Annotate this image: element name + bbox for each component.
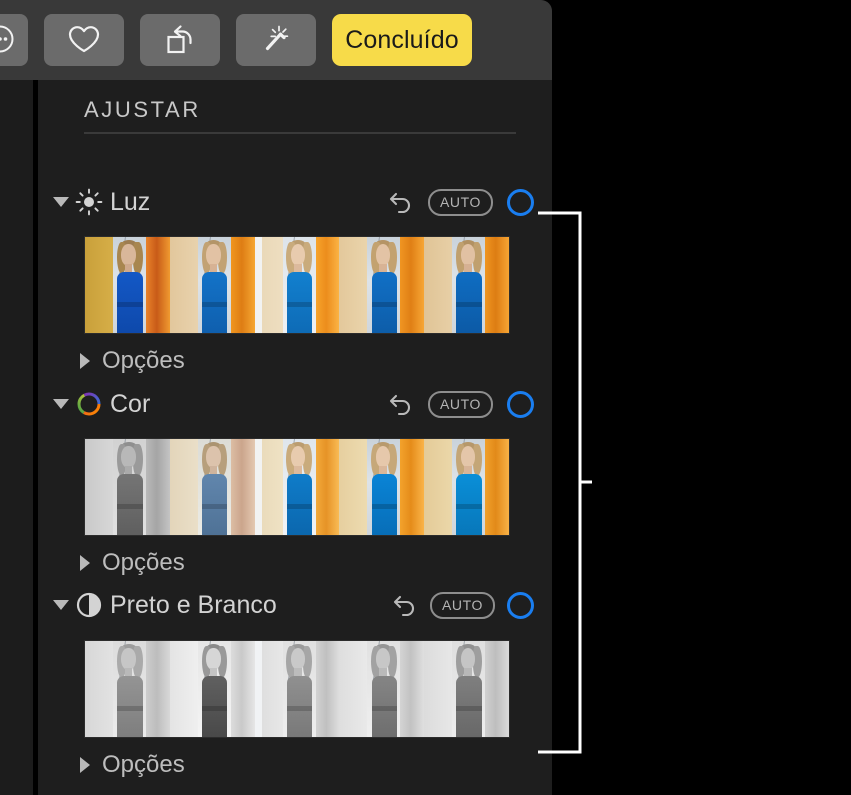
editor-body: AJUSTAR Luz AUTO Opções Cor AUTO Opções … [0, 80, 552, 795]
preto-e-branco-filmstrip[interactable] [84, 640, 510, 738]
auto-badge-cor[interactable]: AUTO [427, 390, 493, 418]
color-wheel-icon [72, 390, 106, 418]
filmstrip-frame[interactable] [169, 237, 255, 333]
filmstrip-frame[interactable] [339, 237, 425, 333]
filmstrip-frame-selected[interactable] [254, 439, 340, 535]
enhance-button[interactable] [236, 14, 316, 66]
options-row-luz[interactable]: Opções [38, 344, 552, 378]
callout-bracket [536, 210, 596, 755]
filmstrip-frame[interactable] [85, 641, 170, 737]
adjustment-label-luz: Luz [110, 187, 151, 216]
heart-icon [67, 24, 101, 57]
adjustment-header-cor[interactable]: Cor AUTO [38, 386, 552, 422]
filmstrip-selection-indicator [254, 237, 262, 333]
disclosure-triangle-closed-icon[interactable] [74, 352, 96, 370]
adjustment-header-preto-e-branco[interactable]: Preto e Branco AUTO [38, 587, 552, 623]
adjustment-toggle-cor[interactable] [507, 390, 534, 418]
disclosure-triangle-closed-icon[interactable] [74, 554, 96, 572]
auto-badge-luz[interactable]: AUTO [427, 188, 493, 216]
filmstrip-frame[interactable] [85, 439, 170, 535]
luz-filmstrip[interactable] [84, 236, 510, 334]
filmstrip-frame[interactable] [85, 237, 170, 333]
adjustment-toggle-luz[interactable] [507, 188, 534, 216]
revert-arrow-icon[interactable] [388, 189, 414, 215]
disclosure-triangle-closed-icon[interactable] [74, 756, 96, 774]
filmstrip-frame[interactable] [424, 439, 509, 535]
brightness-sun-icon [72, 188, 106, 216]
photo-editor-window: Concluído AJUSTAR Luz AUTO Opções Cor AU… [0, 0, 552, 795]
editor-toolbar: Concluído [0, 0, 552, 80]
filmstrip-frame[interactable] [169, 641, 255, 737]
adjustment-header-luz[interactable]: Luz AUTO [38, 184, 552, 220]
rotate-button[interactable] [140, 14, 220, 66]
black-white-contrast-icon [72, 591, 106, 619]
options-label-preto-e-branco: Opções [102, 751, 185, 778]
adjustment-toggle-preto-e-branco[interactable] [507, 591, 534, 619]
options-row-preto-e-branco[interactable]: Opções [38, 748, 552, 782]
filmstrip-frame-selected[interactable] [254, 237, 340, 333]
auto-badge-preto-e-branco[interactable]: AUTO [429, 591, 495, 619]
filmstrip-frame[interactable] [424, 641, 509, 737]
options-label-cor: Opções [102, 549, 185, 576]
more-options-button[interactable] [0, 14, 28, 66]
disclosure-triangle-open-icon[interactable] [50, 195, 72, 209]
filmstrip-frame[interactable] [424, 237, 509, 333]
adjustment-label-cor: Cor [110, 389, 151, 418]
disclosure-triangle-open-icon[interactable] [50, 598, 72, 612]
done-button[interactable]: Concluído [332, 14, 472, 66]
ellipsis-circle-icon [0, 24, 15, 57]
cor-filmstrip[interactable] [84, 438, 510, 536]
options-row-cor[interactable]: Opções [38, 546, 552, 580]
filmstrip-frame[interactable] [339, 439, 425, 535]
filmstrip-selection-indicator [254, 439, 262, 535]
filmstrip-frame[interactable] [339, 641, 425, 737]
screenshot-root: Concluído AJUSTAR Luz AUTO Opções Cor AU… [0, 0, 851, 795]
adjust-panel: AJUSTAR Luz AUTO Opções Cor AUTO Opções … [38, 80, 552, 795]
favorite-button[interactable] [44, 14, 124, 66]
rotate-icon [163, 23, 197, 58]
magic-wand-icon [259, 23, 293, 58]
revert-arrow-icon[interactable] [392, 592, 418, 618]
section-divider [84, 132, 516, 134]
disclosure-triangle-open-icon[interactable] [50, 397, 72, 411]
filmstrip-frame-selected[interactable] [254, 641, 340, 737]
filmstrip-frame[interactable] [169, 439, 255, 535]
photo-canvas-edge [0, 80, 33, 795]
adjustment-label-preto-e-branco: Preto e Branco [110, 590, 277, 619]
options-label-luz: Opções [102, 347, 185, 374]
revert-arrow-icon[interactable] [388, 391, 414, 417]
filmstrip-selection-indicator [254, 641, 262, 737]
page-title: AJUSTAR [84, 97, 201, 122]
